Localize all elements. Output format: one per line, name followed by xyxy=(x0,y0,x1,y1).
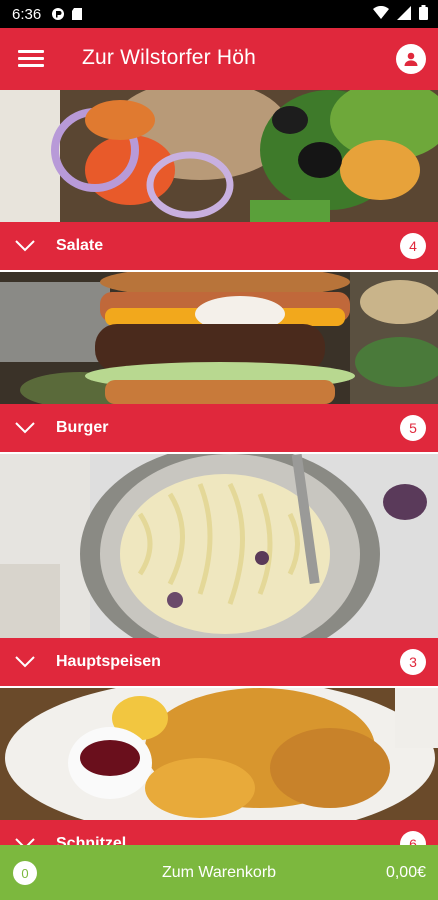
category-label: Hauptspeisen xyxy=(56,653,161,670)
sd-card-icon xyxy=(72,8,83,20)
wifi-icon xyxy=(373,5,389,19)
category-hauptspeisen[interactable]: Hauptspeisen 3 xyxy=(0,454,438,686)
chevron-down-icon xyxy=(15,240,35,252)
category-count-badge: 5 xyxy=(400,415,426,441)
cart-total: 0,00€ xyxy=(385,864,426,881)
category-salate[interactable]: Salate 4 xyxy=(0,90,438,270)
chevron-down-icon xyxy=(15,656,35,668)
cart-button-label: Zum Warenkorb xyxy=(161,864,277,881)
restaurant-title: Zur Wilstorfer Höh xyxy=(82,46,256,69)
category-count-badge: 3 xyxy=(400,649,426,675)
app-bar: Zur Wilstorfer Höh xyxy=(0,28,438,90)
category-label: Salate xyxy=(56,237,104,254)
account-button[interactable] xyxy=(396,44,426,74)
menu-button[interactable] xyxy=(18,47,44,71)
chevron-down-icon xyxy=(15,422,35,434)
battery-icon xyxy=(419,5,428,20)
status-bar: 6:36 xyxy=(0,0,438,28)
burger-image xyxy=(0,272,438,404)
category-schnitzel[interactable]: Schnitzel 6 xyxy=(0,688,438,868)
app-notification-icon xyxy=(52,8,65,20)
pasta-image xyxy=(0,454,438,638)
category-bar-burger[interactable]: Burger 5 xyxy=(0,404,438,452)
category-bar-salate[interactable]: Salate 4 xyxy=(0,222,438,270)
category-label: Burger xyxy=(56,419,109,436)
category-burger[interactable]: Burger 5 xyxy=(0,272,438,452)
category-count-badge: 4 xyxy=(400,233,426,259)
status-time: 6:36 xyxy=(12,5,42,23)
category-bar-hauptspeisen[interactable]: Hauptspeisen 3 xyxy=(0,638,438,686)
schnitzel-image xyxy=(0,688,438,820)
salad-image xyxy=(0,90,438,222)
cart-bar[interactable]: 0 Zum Warenkorb 0,00€ xyxy=(0,845,438,900)
hamburger-menu-icon xyxy=(18,50,44,67)
signal-icon xyxy=(397,5,411,20)
person-icon xyxy=(404,52,418,66)
